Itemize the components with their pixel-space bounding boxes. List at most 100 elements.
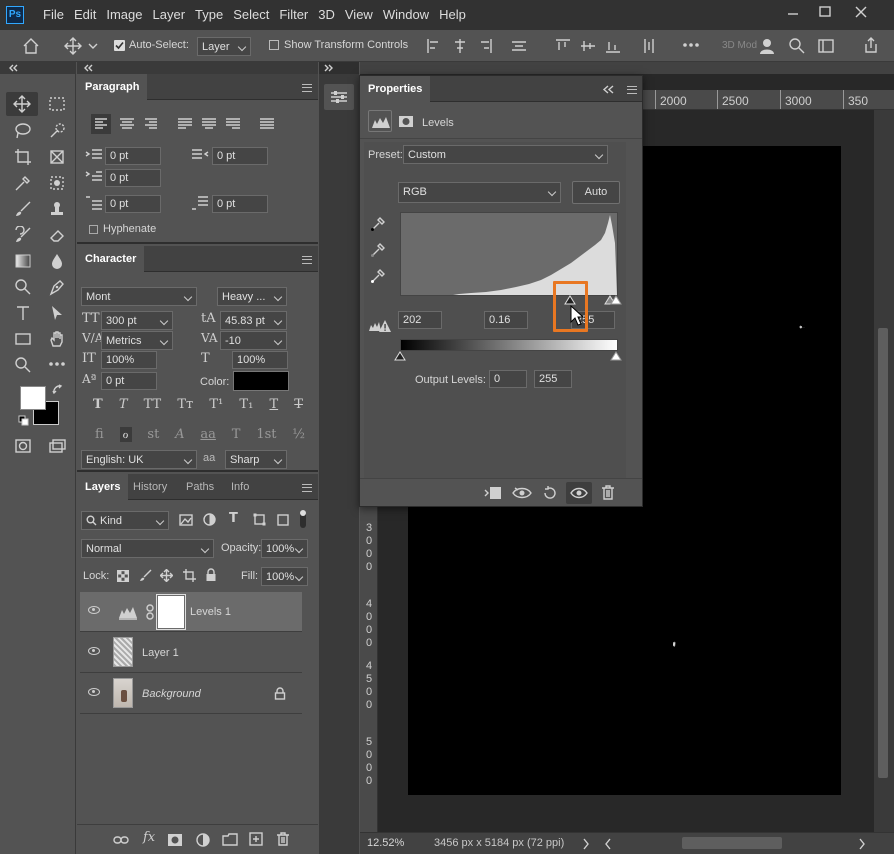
hand-tool-icon[interactable] (48, 330, 66, 348)
frame-tool-icon[interactable] (48, 148, 66, 166)
output-white-field[interactable]: 255 (534, 370, 572, 388)
input-gamma-field[interactable]: 0.16 (484, 311, 528, 329)
levels-adjustment-button[interactable] (368, 110, 392, 132)
left-dock-collapse-bar[interactable] (77, 62, 318, 74)
menu-image[interactable]: Image (101, 0, 147, 30)
double-chevron-right-icon[interactable] (324, 64, 334, 72)
close-icon[interactable] (854, 5, 868, 19)
faux-italic-button[interactable]: T (119, 397, 128, 417)
output-black-slider[interactable] (394, 351, 406, 361)
screen-mode-icon[interactable] (48, 438, 66, 454)
distribute-icon[interactable] (511, 38, 527, 54)
align-right-edges-icon[interactable] (477, 38, 493, 54)
output-white-slider[interactable] (610, 351, 622, 361)
default-colors-icon[interactable] (18, 415, 30, 427)
properties-dock-button[interactable] (324, 84, 354, 110)
justify-last-center-icon[interactable] (199, 114, 219, 134)
panel-menu-icon[interactable] (302, 484, 312, 492)
layer-filter-kind-dropdown[interactable]: Kind (81, 511, 169, 530)
opacity-field[interactable]: 100% (261, 539, 308, 558)
set-gray-point-eyedropper-icon[interactable] (370, 242, 386, 258)
lock-position-icon[interactable] (160, 569, 173, 582)
rectangle-tool-icon[interactable] (14, 330, 32, 348)
crop-tool-icon[interactable] (14, 148, 32, 166)
move-tool-icon[interactable] (64, 37, 82, 55)
marquee-tool-icon[interactable] (48, 96, 66, 112)
layer-row-levels-1[interactable]: Levels 1 (80, 592, 302, 632)
swap-colors-icon[interactable] (52, 384, 64, 396)
stylistic-alternates-button[interactable]: aa (200, 427, 216, 442)
align-bottom-edges-icon[interactable] (605, 38, 621, 54)
subscript-button[interactable]: T₁ (239, 397, 253, 417)
clip-to-layer-icon[interactable] (484, 485, 502, 501)
filter-type-icon[interactable]: T (229, 511, 238, 526)
lock-artboard-icon[interactable] (183, 569, 196, 582)
zoom-tool-icon[interactable] (14, 356, 32, 374)
blend-mode-dropdown[interactable]: Normal (81, 539, 214, 558)
reset-adjustment-icon[interactable] (542, 485, 558, 501)
history-brush-tool-icon[interactable] (14, 226, 32, 244)
tab-character[interactable]: Character (77, 246, 145, 272)
discretionary-ligatures-button[interactable]: st (147, 427, 159, 442)
layer-name[interactable]: Layer 1 (142, 647, 179, 659)
tools-collapse-bar[interactable] (0, 62, 76, 74)
visibility-eye-icon[interactable] (88, 606, 100, 614)
menu-filter[interactable]: Filter (274, 0, 313, 30)
align-horizontal-centers-icon[interactable] (452, 38, 468, 54)
kerning-field[interactable]: Metrics (101, 331, 173, 350)
justify-last-right-icon[interactable] (223, 114, 243, 134)
dodge-tool-icon[interactable] (14, 278, 32, 296)
zoom-level[interactable]: 12.52% (367, 837, 404, 849)
delete-layer-icon[interactable] (276, 832, 290, 846)
delete-adjustment-icon[interactable] (601, 485, 615, 500)
add-mask-icon[interactable] (167, 833, 183, 847)
underline-button[interactable]: T (269, 397, 278, 417)
layer-mask-thumbnail[interactable] (156, 594, 186, 630)
menu-view[interactable]: View (340, 0, 378, 30)
fill-field[interactable]: 100% (261, 567, 308, 586)
blur-tool-icon[interactable] (48, 252, 66, 270)
path-selection-tool-icon[interactable] (48, 304, 66, 322)
dock-collapse-bar[interactable] (319, 62, 359, 74)
layer-row-background[interactable]: Background (80, 674, 302, 714)
hyphenate-checkbox[interactable] (89, 225, 98, 234)
small-caps-button[interactable]: Tт (177, 397, 193, 417)
scrollbar-thumb[interactable] (878, 328, 888, 778)
indent-right-field[interactable]: 0 pt (212, 147, 268, 165)
filter-smart-object-icon[interactable] (277, 513, 290, 526)
type-tool-icon[interactable] (14, 304, 32, 322)
justify-last-left-icon[interactable] (175, 114, 195, 134)
horizontal-scrollbar-thumb[interactable] (682, 837, 782, 849)
chevron-down-icon[interactable] (88, 42, 98, 50)
tab-properties[interactable]: Properties (360, 76, 431, 102)
align-left-button[interactable] (91, 114, 111, 134)
move-tool[interactable] (6, 92, 38, 116)
menu-window[interactable]: Window (378, 0, 434, 30)
space-before-field[interactable]: 0 pt (105, 195, 161, 213)
leading-field[interactable]: 45.83 pt (220, 311, 287, 330)
channel-dropdown[interactable]: RGB (398, 182, 561, 203)
filter-pixel-icon[interactable] (179, 514, 193, 526)
workspace-icon[interactable] (818, 38, 836, 54)
visibility-eye-icon[interactable] (88, 688, 100, 696)
font-family-dropdown[interactable]: Mont (81, 287, 197, 306)
distribute-vertical-icon[interactable] (641, 38, 657, 54)
tab-info[interactable]: Info (223, 474, 257, 500)
collapse-panel-icon[interactable] (602, 85, 614, 94)
font-style-dropdown[interactable]: Heavy ... (217, 287, 287, 306)
faux-bold-button[interactable]: T (93, 397, 103, 417)
font-size-field[interactable]: 300 pt (101, 311, 173, 330)
double-chevron-left-icon[interactable] (8, 64, 18, 72)
menu-layer[interactable]: Layer (148, 0, 191, 30)
panel-menu-icon[interactable] (302, 84, 312, 92)
clone-stamp-tool-icon[interactable] (48, 200, 66, 218)
fractions-button[interactable]: ½ (292, 427, 305, 442)
visibility-eye-icon[interactable] (88, 647, 100, 655)
menu-select[interactable]: Select (228, 0, 274, 30)
antialias-dropdown[interactable]: Sharp (225, 450, 287, 469)
output-black-field[interactable]: 0 (489, 370, 527, 388)
eraser-tool-icon[interactable] (48, 226, 66, 244)
scroll-right-icon[interactable] (858, 838, 866, 850)
menu-help[interactable]: Help (434, 0, 471, 30)
align-right-icon[interactable] (141, 114, 161, 134)
